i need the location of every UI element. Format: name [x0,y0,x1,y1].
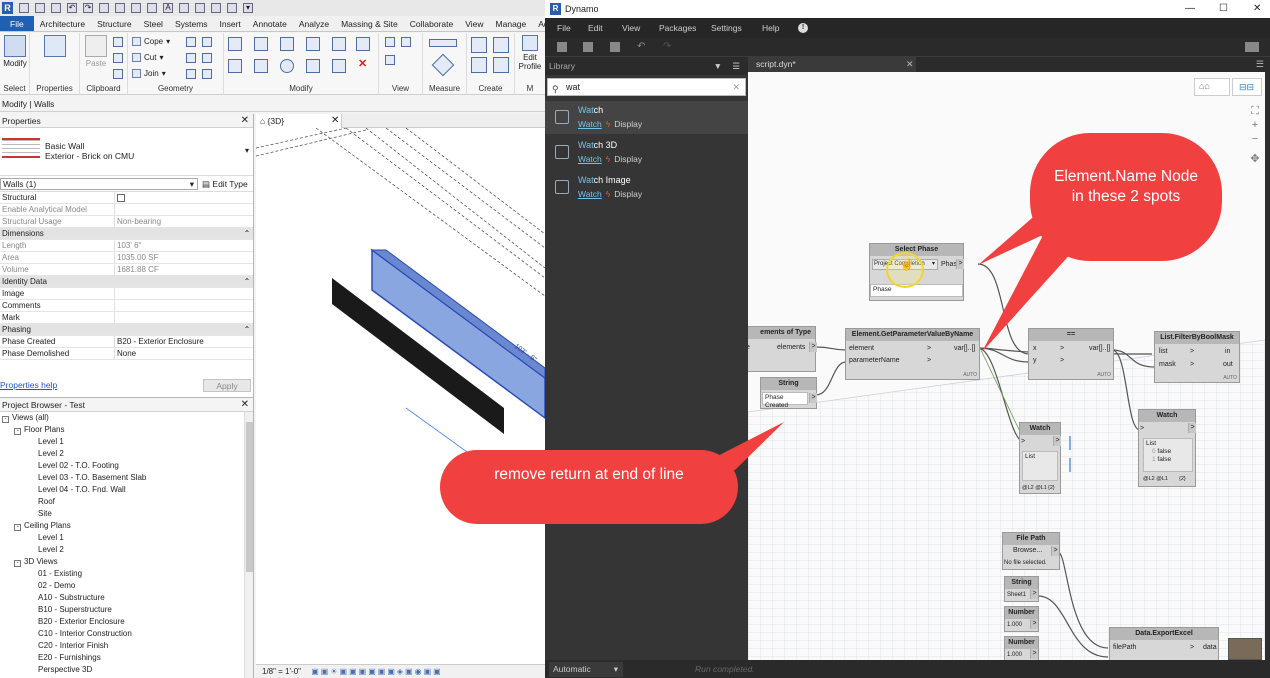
callout-element-name: Element.Name Node in these 2 spots [1030,133,1222,261]
callout-pointers [700,205,1083,470]
callout-remove-return-text: remove return at end of line [494,466,684,483]
callout-remove-return: remove return at end of line [440,450,738,524]
callout-element-name-text: Element.Name Node in these 2 spots [1054,168,1198,205]
